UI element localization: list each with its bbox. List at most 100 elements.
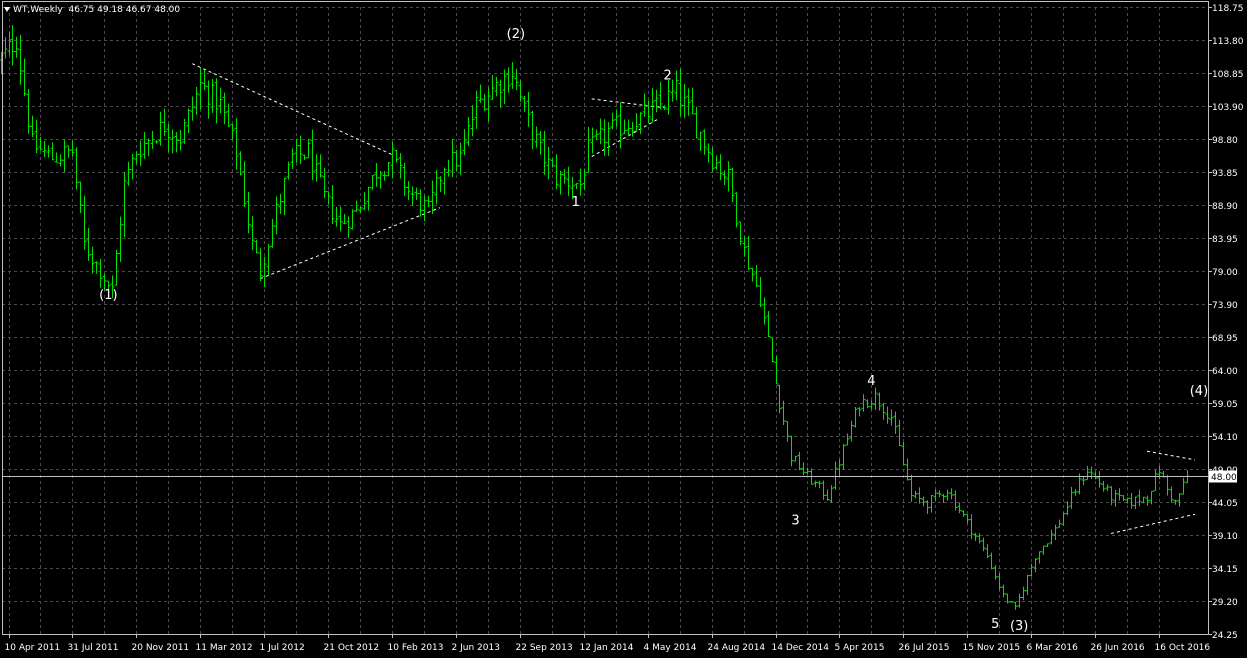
y-tick-label: 64.00 xyxy=(1212,367,1238,377)
ohlc-bar xyxy=(370,174,375,190)
ohlc-bar xyxy=(797,452,802,471)
x-tick-label: 22 Sep 2013 xyxy=(516,643,573,653)
ohlc-bar xyxy=(654,89,659,113)
y-tick-label: 68.95 xyxy=(1212,334,1238,344)
ohlc-bar xyxy=(250,215,255,251)
ohlc-bar xyxy=(42,140,47,158)
ohlc-bar xyxy=(1045,543,1050,548)
ohlc-bar xyxy=(258,247,263,282)
ohlc-bar xyxy=(1081,476,1086,486)
ohlc-bar xyxy=(682,83,687,119)
ohlc-bar xyxy=(38,136,43,151)
ohlc-bar xyxy=(502,69,507,104)
x-tick-label: 12 Jan 2014 xyxy=(580,643,634,653)
wave-label: (3) xyxy=(1010,619,1028,634)
ohlc-bar xyxy=(322,167,327,199)
ohlc-bar xyxy=(734,192,739,228)
ohlc-bar xyxy=(849,420,854,442)
ohlc-bar xyxy=(1165,474,1170,496)
y-tick-label: 113.80 xyxy=(1212,37,1244,47)
x-tick-label: 24 Aug 2014 xyxy=(708,643,766,653)
ohlc-bar xyxy=(738,221,743,246)
ohlc-bar xyxy=(1129,492,1134,509)
ohlc-bar xyxy=(1157,465,1162,480)
trendline xyxy=(591,117,660,158)
ohlc-bar xyxy=(833,461,838,490)
ohlc-bar xyxy=(478,84,483,103)
ohlc-bar xyxy=(973,532,978,542)
trendlines xyxy=(192,63,1196,534)
ohlc-bar xyxy=(845,433,850,446)
ohlc-bar xyxy=(282,177,287,216)
ohlc-bar xyxy=(546,146,551,180)
ohlc-bar xyxy=(442,167,447,195)
ohlc-bar xyxy=(194,87,199,115)
ohlc-bar xyxy=(1181,477,1186,495)
wave-labels: (1) (2) 1 2 3 4 5 (3) (4) xyxy=(99,27,1208,634)
ohlc-bar xyxy=(386,161,391,177)
ohlc-bar xyxy=(785,421,790,442)
ohlc-bar xyxy=(230,123,235,140)
y-tick-label: 103.90 xyxy=(1212,103,1244,113)
ohlc-bar xyxy=(742,236,747,257)
ohlc-bar xyxy=(506,67,511,93)
ohlc-bar xyxy=(817,480,822,489)
ohlc-bar xyxy=(318,154,323,178)
ohlc-bar xyxy=(758,276,763,308)
ohlc-bar xyxy=(174,132,179,153)
ohlc-bar xyxy=(1169,486,1174,503)
ohlc-bar xyxy=(182,118,187,144)
ohlc-bar xyxy=(22,58,27,97)
ohlc-bar xyxy=(1061,512,1066,526)
ohlc-bar xyxy=(909,474,914,502)
wave-label: 1 xyxy=(572,195,580,210)
ohlc-bar xyxy=(202,69,207,91)
ohlc-bar xyxy=(941,493,946,503)
ohlc-bar xyxy=(50,142,55,161)
ohlc-bar xyxy=(1057,519,1062,528)
ohlc-bar xyxy=(70,140,75,157)
ohlc-bar xyxy=(270,218,275,248)
chart-window: 48.00 (1) (2) 1 2 3 4 5 (3) (4) 118.75 113.80 108.… xyxy=(0,0,1247,658)
ohlc-bar xyxy=(246,191,251,234)
ohlc-bar xyxy=(881,402,886,420)
ohlc-bar xyxy=(698,131,703,151)
ohlc-values: 46.75 49.18 46.67 48.00 xyxy=(68,5,181,15)
ohlc-bar xyxy=(825,489,830,501)
ohlc-bar xyxy=(1137,489,1142,507)
ohlc-bar xyxy=(94,261,99,274)
ohlc-bar xyxy=(718,154,723,181)
ohlc-bar xyxy=(917,487,922,504)
ohlc-bar xyxy=(298,135,303,165)
ohlc-bar xyxy=(422,195,427,222)
ohlc-bar xyxy=(714,155,719,170)
ohlc-bar xyxy=(706,143,711,163)
ohlc-bar xyxy=(398,153,403,179)
ohlc-bar xyxy=(414,187,419,200)
ohlc-bar xyxy=(518,80,523,102)
last-price-line: 48.00 xyxy=(2,470,1237,483)
ohlc-bar xyxy=(7,31,12,55)
dropdown-arrow-icon[interactable] xyxy=(4,7,10,12)
ohlc-bar xyxy=(626,119,631,137)
ohlc-bar xyxy=(466,117,471,147)
chart-info-bar: WT,Weekly 46.75 49.18 46.67 48.00 xyxy=(4,3,180,17)
ohlc-bar xyxy=(989,552,994,570)
ohlc-bar xyxy=(550,158,555,168)
ohlc-bar xyxy=(1085,465,1090,480)
ohlc-bar xyxy=(74,147,79,190)
ohlc-bar xyxy=(138,140,143,167)
ohlc-bar xyxy=(542,130,547,175)
ohlc-bar xyxy=(166,123,171,153)
ohlc-bar xyxy=(498,79,503,108)
ohlc-bar xyxy=(566,166,571,196)
x-tick-label: 21 Oct 2012 xyxy=(324,643,380,653)
ohlc-bar xyxy=(394,149,399,163)
ohlc-bar xyxy=(286,161,291,180)
ohlc-bar xyxy=(46,145,51,158)
x-tick-label: 31 Jul 2011 xyxy=(68,643,119,653)
ohlc-bar xyxy=(198,68,203,110)
ohlc-bar xyxy=(206,80,211,119)
ohlc-bar xyxy=(1013,601,1018,610)
ohlc-bar xyxy=(873,387,878,410)
